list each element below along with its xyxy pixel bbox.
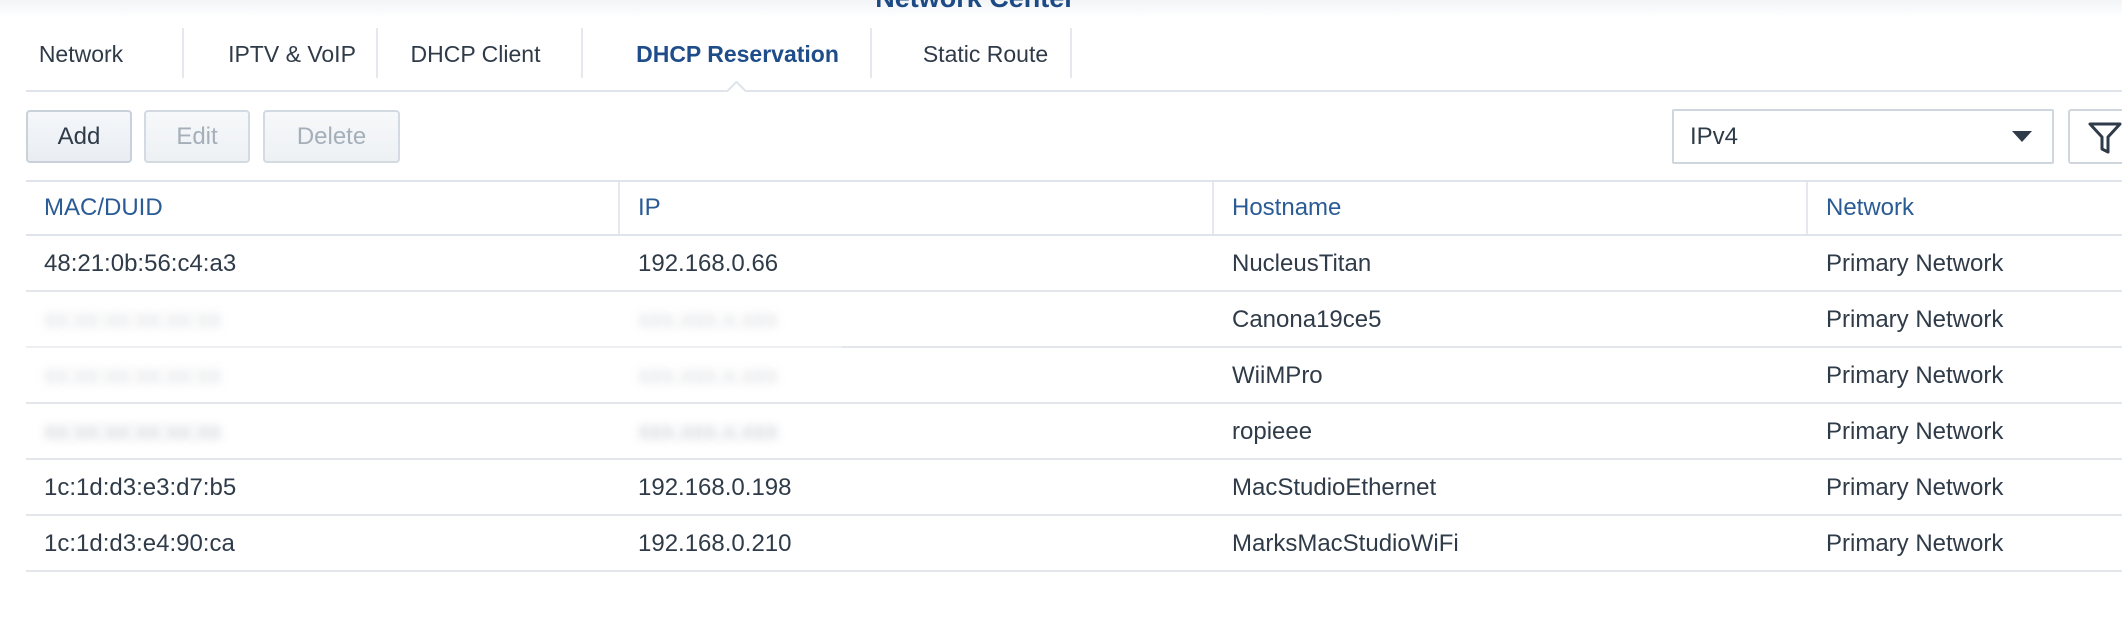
cell-hostname: Canona19ce5: [1232, 306, 1382, 333]
cell-ip-redacted: xxx.xxx.x.xxx: [638, 306, 779, 333]
window-title: Network Center: [840, 0, 1110, 14]
column-header-ip[interactable]: IP: [620, 182, 1214, 234]
cell-hostname: MacStudioEthernet: [1232, 474, 1437, 501]
table-row[interactable]: 1c:1d:d3:e3:d7:b5 192.168.0.198 MacStudi…: [26, 460, 2122, 516]
table-row[interactable]: xx:xx:xx:xx:xx:xx xxx.xxx.x.xxx WiiMPro …: [26, 348, 2122, 404]
cell-network: Primary Network: [1826, 418, 2004, 445]
tab-dhcp-client[interactable]: DHCP Client: [378, 28, 573, 78]
table-row[interactable]: xx:xx:xx:xx:xx:xx xxx.xxx.x.xxx ropieee …: [26, 404, 2122, 460]
table-row[interactable]: xx:xx:xx:xx:xx:xx xxx.xxx.x.xxx Canona19…: [26, 292, 2122, 348]
cell-network: Primary Network: [1826, 250, 2004, 277]
cell-network: Primary Network: [1826, 474, 2004, 501]
table-header: MAC/DUID IP Hostname Network: [26, 180, 2122, 236]
delete-button[interactable]: Delete: [263, 110, 400, 163]
cell-ip: 192.168.0.66: [638, 250, 779, 277]
cell-mac-redacted: xx:xx:xx:xx:xx:xx: [44, 362, 222, 389]
cell-mac: 1c:1d:d3:e4:90:ca: [44, 530, 235, 557]
cell-network: Primary Network: [1826, 362, 2004, 389]
active-tab-indicator: [725, 81, 747, 92]
filter-icon: [2088, 122, 2122, 154]
cell-hostname: MarksMacStudioWiFi: [1232, 530, 1459, 557]
cell-ip: 192.168.0.198: [638, 474, 792, 501]
cell-hostname: NucleusTitan: [1232, 250, 1372, 277]
tab-dhcp-reservation[interactable]: DHCP Reservation: [583, 28, 892, 78]
table-row[interactable]: 48:21:0b:56:c4:a3 192.168.0.66 NucleusTi…: [26, 236, 2122, 292]
tab-divider: [1070, 28, 1072, 78]
cell-ip-redacted: xxx.xxx.x.xxx: [638, 418, 779, 445]
table-row[interactable]: 1c:1d:d3:e4:90:ca 192.168.0.210 MarksMac…: [26, 516, 2122, 572]
cell-ip: 192.168.0.210: [638, 530, 792, 557]
ip-version-select-value: IPv4: [1690, 123, 1739, 150]
cell-hostname: WiiMPro: [1232, 362, 1323, 389]
cell-mac-redacted: xx:xx:xx:xx:xx:xx: [44, 306, 222, 333]
ip-version-select[interactable]: IPv4: [1672, 109, 2054, 164]
column-header-network[interactable]: Network: [1808, 182, 2122, 234]
cell-hostname: ropieee: [1232, 418, 1313, 445]
cell-mac: 48:21:0b:56:c4:a3: [44, 250, 237, 277]
tab-bar: Network IPTV & VoIP DHCP Client DHCP Res…: [26, 28, 2122, 92]
reservation-table: MAC/DUID IP Hostname Network 48:21:0b:56…: [26, 180, 2122, 572]
cell-ip-redacted: xxx.xxx.x.xxx: [638, 362, 779, 389]
edit-button[interactable]: Edit: [144, 110, 250, 163]
cell-network: Primary Network: [1826, 530, 2004, 557]
filter-button[interactable]: [2068, 109, 2122, 164]
window-title-bar: Network Center: [0, 0, 2122, 18]
cell-mac: 1c:1d:d3:e3:d7:b5: [44, 474, 237, 501]
tab-iptv-voip[interactable]: IPTV & VoIP: [182, 28, 402, 78]
column-header-hostname[interactable]: Hostname: [1214, 182, 1808, 234]
chevron-down-icon: [2012, 131, 2032, 142]
cell-mac-redacted: xx:xx:xx:xx:xx:xx: [44, 418, 222, 445]
column-header-mac[interactable]: MAC/DUID: [26, 182, 620, 234]
cell-network: Primary Network: [1826, 306, 2004, 333]
tab-network[interactable]: Network: [26, 28, 136, 78]
tab-static-route[interactable]: Static Route: [872, 28, 1099, 78]
add-button[interactable]: Add: [26, 110, 132, 163]
